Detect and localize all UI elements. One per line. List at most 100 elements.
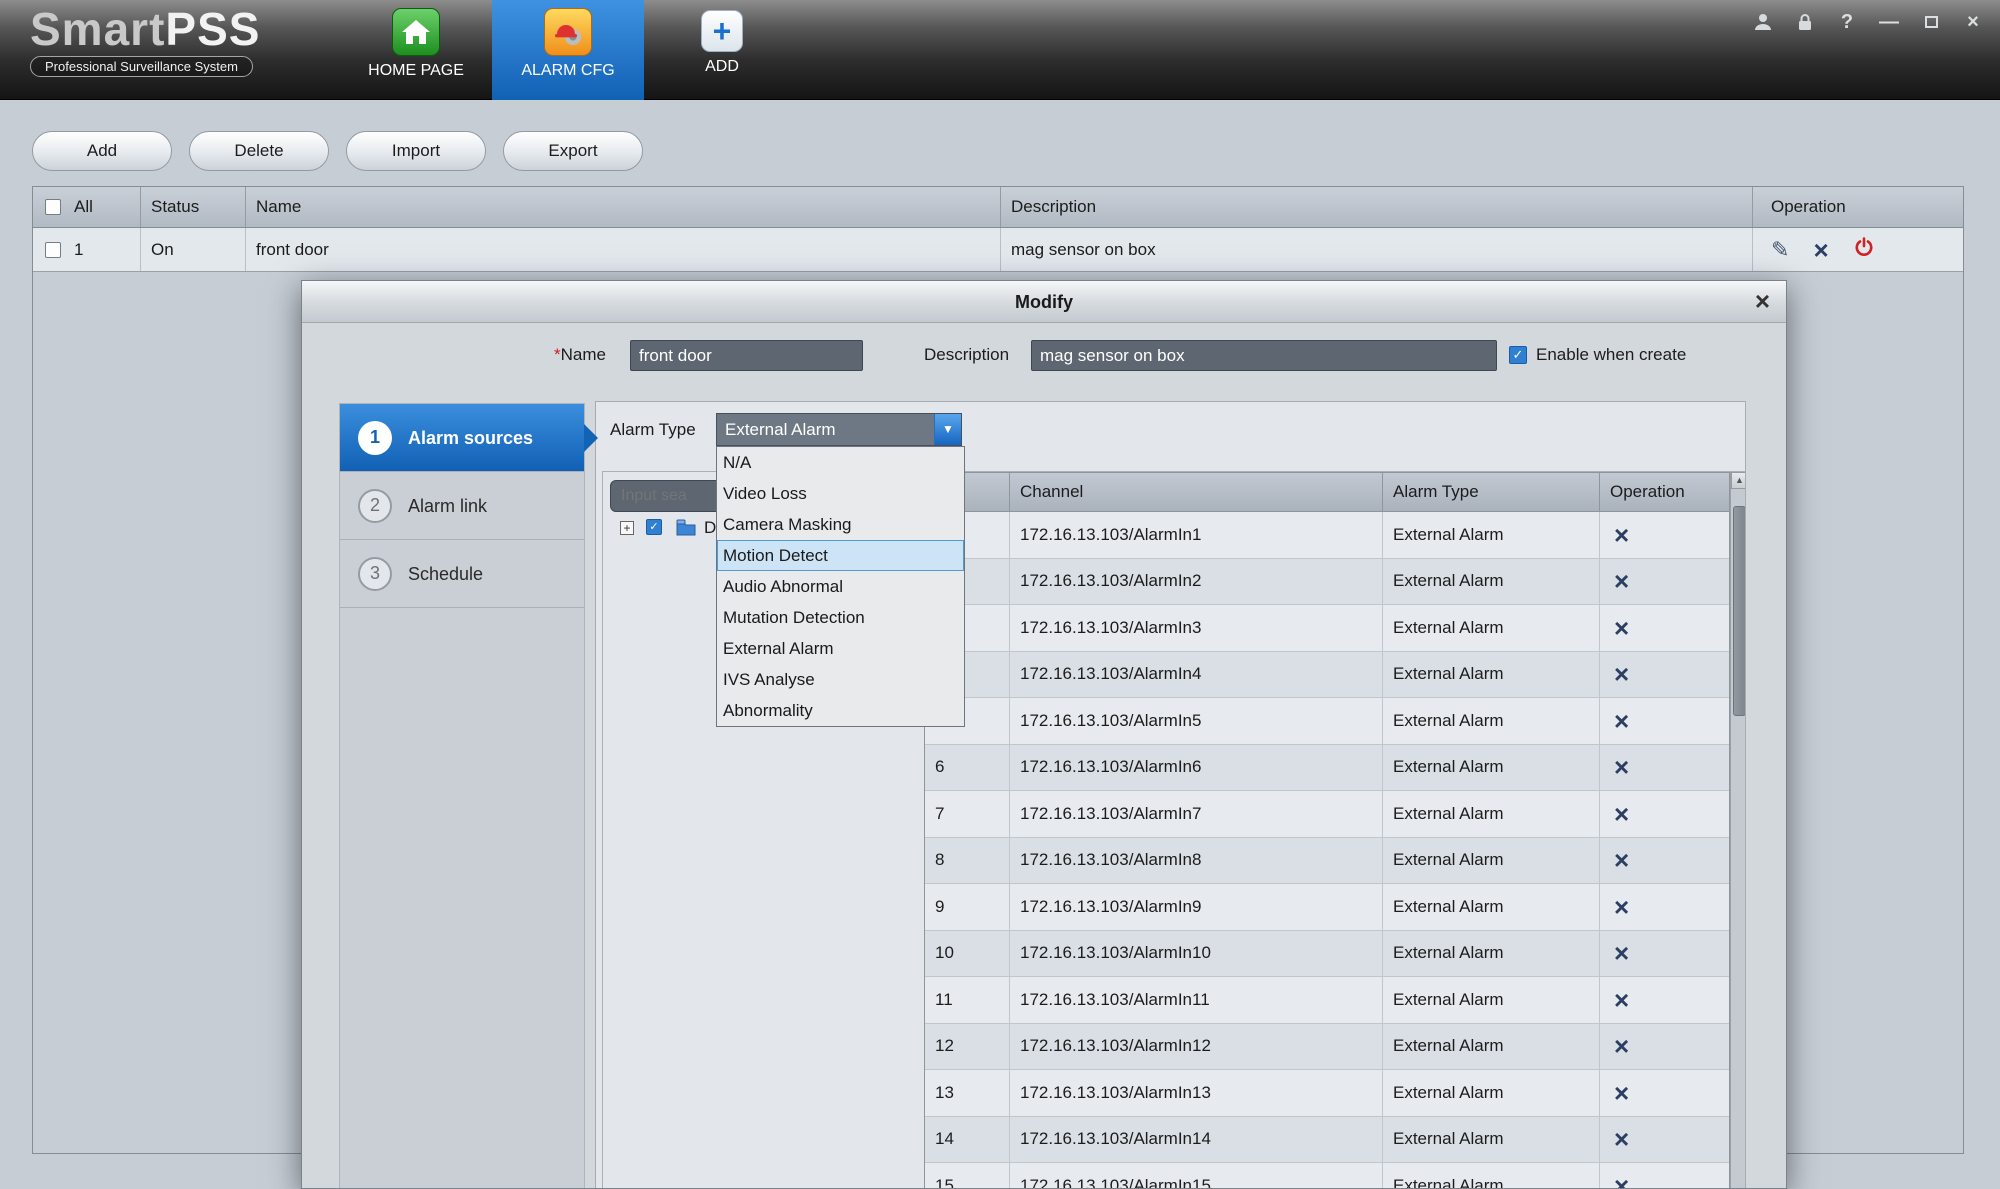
remove-channel-icon[interactable]: ×	[1614, 1129, 1629, 1149]
remove-channel-icon[interactable]: ×	[1614, 850, 1629, 870]
row-number: 1	[74, 240, 83, 260]
close-dialog-icon[interactable]: ×	[1755, 281, 1770, 321]
scroll-up-icon[interactable]: ▲	[1731, 472, 1746, 489]
channel-row: 6172.16.13.103/AlarmIn6External Alarm×	[925, 745, 1729, 792]
remove-channel-icon[interactable]: ×	[1614, 571, 1629, 591]
channel-operation-cell: ×	[1600, 931, 1729, 978]
delete-button[interactable]: Delete	[189, 131, 329, 171]
window-controls: ? — ×	[1750, 10, 1986, 34]
tab-label: HOME PAGE	[340, 62, 492, 80]
remove-channel-icon[interactable]: ×	[1614, 757, 1629, 777]
remove-channel-icon[interactable]: ×	[1614, 664, 1629, 684]
tab-alarm-cfg[interactable]: ALARM CFG	[492, 0, 644, 100]
dialog-title: Modify	[1015, 292, 1073, 312]
row-operation: ✎ ×	[1753, 228, 1963, 271]
step-schedule[interactable]: 3 Schedule	[340, 540, 584, 608]
step-number: 2	[358, 489, 392, 523]
channel-operation-cell: ×	[1600, 884, 1729, 931]
channel-name: 172.16.13.103/AlarmIn14	[1010, 1117, 1383, 1164]
remove-channel-icon[interactable]: ×	[1614, 1036, 1629, 1056]
channel-name: 172.16.13.103/AlarmIn9	[1010, 884, 1383, 931]
alarm-config-icon	[544, 8, 592, 56]
channel-name: 172.16.13.103/AlarmIn7	[1010, 791, 1383, 838]
tab-add[interactable]: + ADD	[652, 0, 792, 100]
channel-row: 5172.16.13.103/AlarmIn5External Alarm×	[925, 698, 1729, 745]
alarm-type-label: Alarm Type	[610, 413, 696, 446]
delete-icon[interactable]: ×	[1813, 240, 1828, 260]
remove-channel-icon[interactable]: ×	[1614, 943, 1629, 963]
step-label: Schedule	[408, 540, 483, 608]
remove-channel-icon[interactable]: ×	[1614, 525, 1629, 545]
remove-channel-icon[interactable]: ×	[1614, 804, 1629, 824]
scrollbar-thumb[interactable]	[1733, 506, 1746, 716]
lock-icon[interactable]	[1792, 10, 1818, 34]
remove-channel-icon[interactable]: ×	[1614, 711, 1629, 731]
alarm-type-option[interactable]: Mutation Detection	[717, 602, 964, 633]
channel-alarm-type: External Alarm	[1383, 698, 1600, 745]
channel-operation-cell: ×	[1600, 1163, 1729, 1189]
enable-when-create-checkbox[interactable]: ✓	[1509, 346, 1527, 364]
header-all: All	[74, 197, 93, 217]
remove-channel-icon[interactable]: ×	[1614, 1083, 1629, 1103]
select-all-checkbox[interactable]	[45, 199, 61, 215]
chevron-down-icon[interactable]: ▼	[934, 414, 961, 445]
help-icon[interactable]: ?	[1834, 10, 1860, 34]
close-window-icon[interactable]: ×	[1960, 10, 1986, 34]
tree-node-label: D	[704, 516, 716, 540]
channel-row-number: 12	[925, 1024, 1010, 1071]
minimize-icon[interactable]: —	[1876, 10, 1902, 34]
step-alarm-link[interactable]: 2 Alarm link	[340, 472, 584, 540]
remove-channel-icon[interactable]: ×	[1614, 1176, 1629, 1189]
tree-expand-icon[interactable]: +	[620, 521, 634, 535]
channel-name: 172.16.13.103/AlarmIn1	[1010, 512, 1383, 559]
description-label: Description	[924, 337, 1009, 373]
step-number: 1	[358, 421, 392, 455]
channel-table: Channel Alarm Type Operation 1172.16.13.…	[924, 472, 1730, 1189]
edit-icon[interactable]: ✎	[1771, 237, 1789, 263]
channel-operation-cell: ×	[1600, 605, 1729, 652]
channel-alarm-type: External Alarm	[1383, 884, 1600, 931]
remove-channel-icon[interactable]: ×	[1614, 618, 1629, 638]
alarm-type-option[interactable]: N/A	[717, 447, 964, 478]
channel-row: 13172.16.13.103/AlarmIn13External Alarm×	[925, 1070, 1729, 1117]
alarm-type-option[interactable]: Motion Detect	[717, 540, 964, 571]
channel-operation-cell: ×	[1600, 652, 1729, 699]
alarm-type-option[interactable]: Audio Abnormal	[717, 571, 964, 602]
channel-row: 9172.16.13.103/AlarmIn9External Alarm×	[925, 884, 1729, 931]
remove-channel-icon[interactable]: ×	[1614, 897, 1629, 917]
import-button[interactable]: Import	[346, 131, 486, 171]
alarm-type-option[interactable]: External Alarm	[717, 633, 964, 664]
alarm-type-option[interactable]: IVS Analyse	[717, 664, 964, 695]
channel-row: 4172.16.13.103/AlarmIn4External Alarm×	[925, 652, 1729, 699]
alarm-type-option[interactable]: Abnormality	[717, 695, 964, 726]
step-alarm-sources[interactable]: 1 Alarm sources	[340, 404, 584, 472]
channel-table-header: Channel Alarm Type Operation	[925, 473, 1729, 512]
header-name: Name	[246, 187, 1001, 227]
channel-row: 14172.16.13.103/AlarmIn14External Alarm×	[925, 1117, 1729, 1164]
remove-channel-icon[interactable]: ×	[1614, 990, 1629, 1010]
name-field[interactable]	[630, 340, 863, 371]
description-field[interactable]	[1031, 340, 1497, 371]
channel-name: 172.16.13.103/AlarmIn2	[1010, 559, 1383, 606]
add-button[interactable]: Add	[32, 131, 172, 171]
row-checkbox[interactable]	[45, 242, 61, 258]
user-icon[interactable]	[1750, 10, 1776, 34]
power-icon[interactable]	[1853, 236, 1875, 263]
channel-alarm-type: External Alarm	[1383, 977, 1600, 1024]
export-button[interactable]: Export	[503, 131, 643, 171]
channel-name: 172.16.13.103/AlarmIn8	[1010, 838, 1383, 885]
brand-text: SmartPSS	[30, 4, 260, 54]
alarm-type-select[interactable]: External Alarm ▼	[716, 413, 962, 446]
tab-home-page[interactable]: HOME PAGE	[340, 0, 492, 100]
step-label: Alarm link	[408, 472, 487, 540]
channel-row: 8172.16.13.103/AlarmIn8External Alarm×	[925, 838, 1729, 885]
channel-row-number: 7	[925, 791, 1010, 838]
alarm-type-selected-value: External Alarm	[725, 420, 836, 439]
tree-node-checkbox[interactable]: ✓	[646, 519, 662, 535]
restore-icon[interactable]	[1918, 10, 1944, 34]
add-icon: +	[701, 10, 743, 52]
vertical-scrollbar[interactable]: ▲	[1730, 472, 1746, 1189]
channel-row-number: 15	[925, 1163, 1010, 1189]
alarm-type-option[interactable]: Camera Masking	[717, 509, 964, 540]
alarm-type-option[interactable]: Video Loss	[717, 478, 964, 509]
